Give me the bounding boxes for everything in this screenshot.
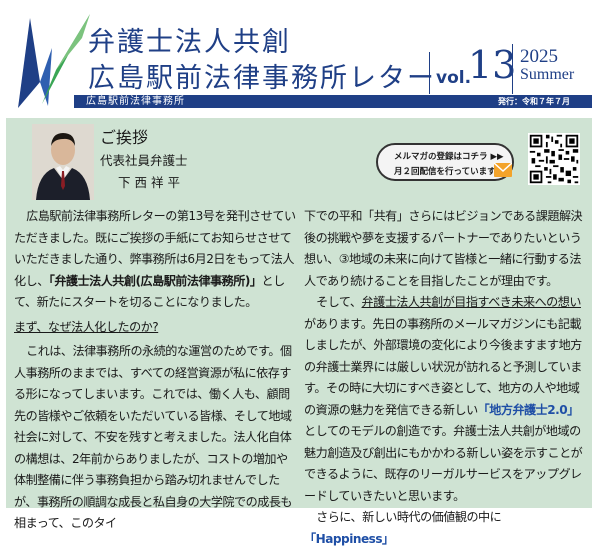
representative-photo — [32, 124, 94, 200]
paragraph-text: そして、 — [316, 295, 362, 309]
divider — [429, 52, 430, 94]
section-question: まず、なぜ法人化したのか? — [14, 317, 297, 339]
issue-date: 発行：令和７年７月 — [498, 97, 570, 106]
divider — [512, 44, 513, 94]
article-column-left: 広島駅前法律事務所レターの第13号を発刊させていただきました。既にご挨拶の手紙に… — [14, 206, 297, 535]
paragraph: さらに、新しい時代の価値観の中に「Happiness」 — [304, 507, 584, 550]
volume-label: vol. — [436, 68, 472, 88]
paragraph: これは、法律事務所の永続的な運営のためです。個人事務所のままでは、すべての経営資… — [14, 344, 293, 530]
bar-firm-name: 広島駅前法律事務所 — [86, 96, 185, 107]
issue-season: Summer — [520, 66, 575, 83]
author-role: 代表社員弁護士 — [100, 153, 188, 168]
paragraph-text: としてのモデルの創造です。弁護士法人共創が地域の魅力創造及び創出にもかかわる新し… — [304, 424, 583, 503]
newsletter-signup-button[interactable]: メルマガの登録はコチラ ▶▶ 月２回配信を行っています。 — [376, 143, 514, 181]
firm-name-emphasis: 「弁護士法人共創(広島駅前法律事務所)」 — [48, 273, 262, 288]
signup-frequency: 月２回配信を行っています。 — [394, 167, 504, 177]
signup-label: メルマガの登録はコチラ ▶▶ — [394, 152, 504, 162]
local-lawyer-2-0-emphasis: 「地方弁護士2.0」 — [477, 402, 580, 417]
paragraph: 広島駅前法律事務所レターの第13号を発刊させていただきました。既にご挨拶の手紙に… — [14, 206, 297, 314]
vision-emphasis: 弁護士法人共創が目指すべき未来への想い — [361, 295, 582, 309]
volume-number: 13 — [468, 43, 517, 87]
greeting-title: ご挨拶 — [100, 128, 149, 147]
issue-year: 2025 — [520, 46, 558, 67]
newsletter-header: 弁護士法人共創 広島駅前法律事務所レター vol. 13 2025 Summer… — [0, 0, 592, 118]
paragraph: 下での平和「共有」さらにはビジョンである課題解決後の挑戦や夢を支援するパートナー… — [304, 209, 583, 288]
firm-name-title: 弁護士法人共創 — [88, 27, 291, 58]
article-column-right: 下での平和「共有」さらにはビジョンである課題解決後の挑戦や夢を支援するパートナー… — [304, 206, 584, 550]
envelope-icon — [494, 163, 512, 177]
letter-title: 広島駅前法律事務所レター — [88, 63, 436, 94]
happiness-emphasis: 「Happiness」 — [304, 531, 394, 546]
paragraph-text: があります。先日の事務所のメールマガジンにも記載しましたが、外部環境の変化により… — [304, 316, 582, 417]
paragraph-text: さらに、新しい時代の価値観の中に — [316, 510, 502, 524]
paragraph: そして、弁護士法人共創が目指すべき未来への想いがあります。先日の事務所のメールマ… — [304, 292, 584, 507]
question-heading: まず、なぜ法人化したのか? — [14, 319, 159, 334]
qr-code-icon[interactable] — [528, 133, 580, 185]
author-name: 下西祥平 — [118, 175, 185, 190]
